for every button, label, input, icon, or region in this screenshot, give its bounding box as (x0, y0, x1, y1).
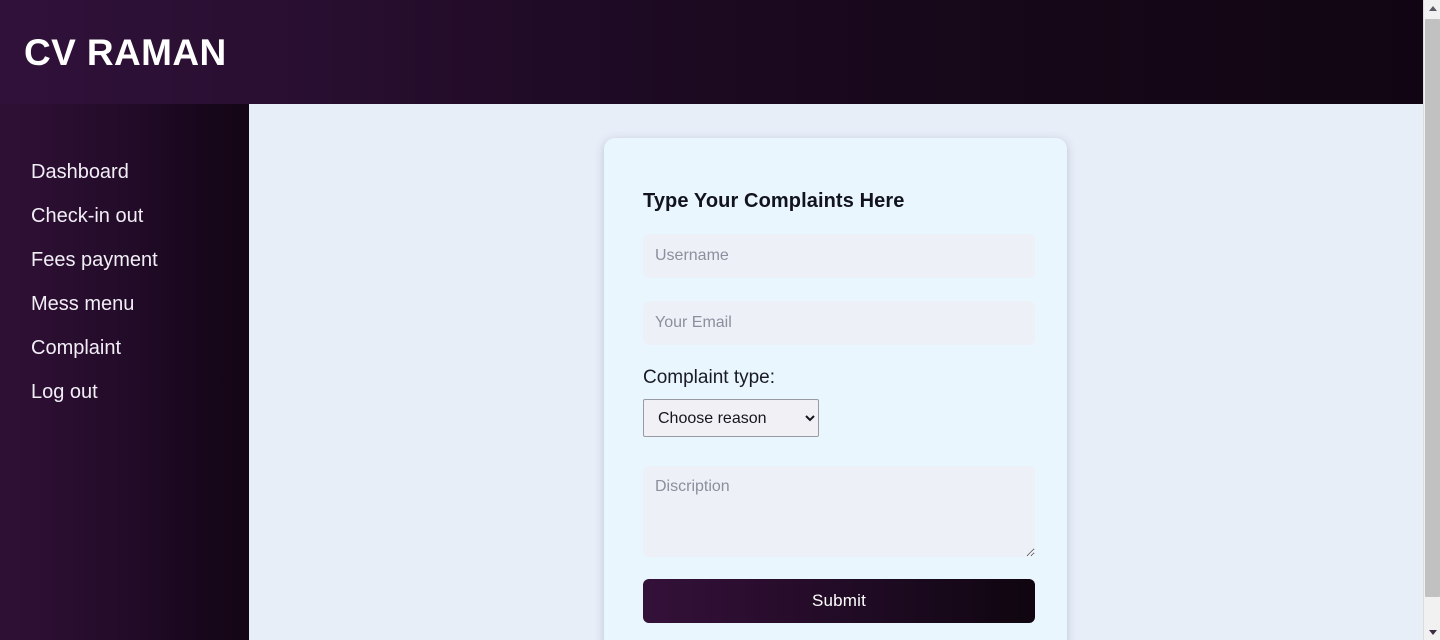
sidebar-nav: Dashboard Check-in out Fees payment Mess… (0, 104, 249, 640)
sidebar-item-mess-menu[interactable]: Mess menu (0, 294, 249, 314)
app-header: CV RAMAN (0, 0, 1423, 104)
page-title: Type Your Complaints Here (643, 190, 905, 212)
scrollbar-thumb[interactable] (1425, 19, 1440, 597)
brand-title: CV RAMAN (24, 31, 227, 73)
email-input[interactable] (643, 301, 1035, 345)
complaint-form-card: Type Your Complaints Here Complaint type… (604, 138, 1067, 640)
page-content: CV RAMAN Dashboard Check-in out Fees pay… (0, 0, 1423, 640)
caret-down-icon (1428, 629, 1437, 635)
sidebar-item-complaint[interactable]: Complaint (0, 338, 249, 358)
username-input[interactable] (643, 234, 1035, 278)
sidebar-item-check-in-out[interactable]: Check-in out (0, 206, 249, 226)
submit-button[interactable]: Submit (643, 579, 1035, 623)
caret-up-icon (1428, 5, 1437, 11)
description-textarea[interactable] (643, 466, 1035, 557)
sidebar-item-dashboard[interactable]: Dashboard (0, 162, 249, 182)
sidebar-item-log-out[interactable]: Log out (0, 382, 249, 402)
sidebar-item-fees-payment[interactable]: Fees payment (0, 250, 249, 270)
vertical-scrollbar[interactable] (1423, 0, 1440, 640)
complaint-type-select-wrapper: Choose reason (643, 399, 1028, 437)
scrollbar-down-button[interactable] (1424, 623, 1440, 640)
complaint-type-label: Complaint type: (643, 367, 776, 388)
scrollbar-up-button[interactable] (1424, 0, 1440, 17)
main-content: Type Your Complaints Here Complaint type… (249, 104, 1423, 640)
complaint-type-select[interactable]: Choose reason (643, 399, 819, 437)
browser-viewport: CV RAMAN Dashboard Check-in out Fees pay… (0, 0, 1440, 640)
